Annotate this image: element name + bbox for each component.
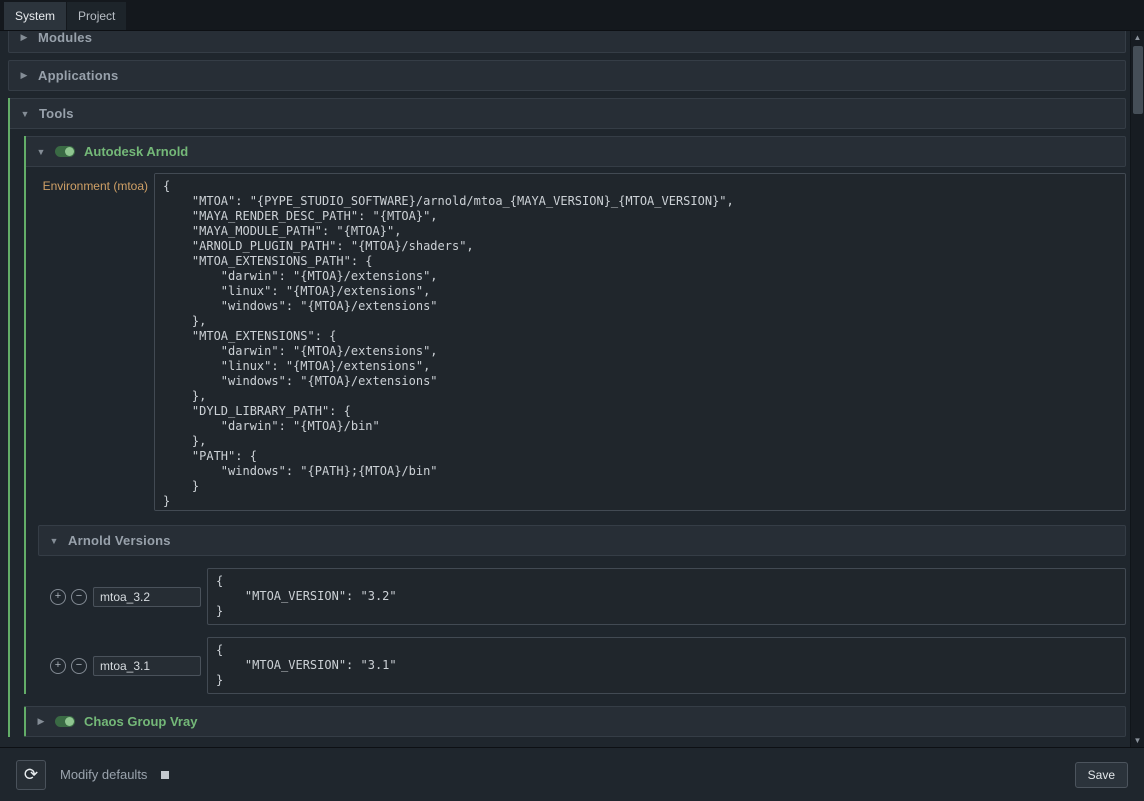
section-title: Modules <box>38 31 92 45</box>
scroll-up-icon[interactable]: ▲ <box>1131 31 1144 44</box>
arnold-versions-group: ▼ Arnold Versions + − { "MTOA_V <box>38 525 1126 694</box>
scrollbar-thumb[interactable] <box>1133 46 1143 114</box>
tab-system[interactable]: System <box>4 2 66 30</box>
scroll-down-icon[interactable]: ▼ <box>1131 734 1144 747</box>
tools-content: ▼ Autodesk Arnold Environment (mtoa) { "… <box>10 136 1126 737</box>
collapsed-arrow-icon: ▶ <box>19 32 29 43</box>
section-title: Applications <box>38 68 118 83</box>
add-version-button[interactable]: + <box>50 658 66 674</box>
environment-json-editor[interactable]: { "MTOA": "{PYPE_STUDIO_SOFTWARE}/arnold… <box>154 173 1126 511</box>
modify-defaults-checkbox[interactable] <box>161 771 169 779</box>
version-json-editor[interactable]: { "MTOA_VERSION": "3.1" } <box>207 637 1126 694</box>
footer-bar: ⟳ Modify defaults Save <box>0 747 1144 801</box>
expanded-arrow-icon: ▼ <box>20 109 30 119</box>
version-name-input[interactable] <box>93 587 201 607</box>
settings-main-panel: ▶ Modules ▶ Applications ▼ Tools ▼ <box>0 30 1144 747</box>
top-tab-bar: System Project <box>0 0 1144 30</box>
add-version-button[interactable]: + <box>50 589 66 605</box>
vray-enabled-toggle[interactable] <box>55 716 75 727</box>
section-title: Tools <box>39 106 74 121</box>
remove-version-button[interactable]: − <box>71 658 87 674</box>
version-json-editor[interactable]: { "MTOA_VERSION": "3.2" } <box>207 568 1126 625</box>
tab-project[interactable]: Project <box>67 2 126 30</box>
expanded-arrow-icon: ▼ <box>49 536 59 546</box>
section-header-arnold-versions[interactable]: ▼ Arnold Versions <box>38 525 1126 556</box>
section-header-applications[interactable]: ▶ Applications <box>8 60 1126 91</box>
collapsed-arrow-icon: ▶ <box>19 70 29 81</box>
settings-window: System Project ▶ Modules ▶ Applications … <box>0 0 1144 801</box>
expanded-arrow-icon: ▼ <box>36 147 46 157</box>
section-title: Arnold Versions <box>68 533 171 548</box>
section-header-chaos-group-vray[interactable]: ▶ Chaos Group Vray <box>24 706 1126 737</box>
environment-row: Environment (mtoa) { "MTOA": "{PYPE_STUD… <box>26 173 1126 511</box>
vertical-scrollbar[interactable]: ▲ ▼ <box>1130 31 1144 747</box>
section-header-autodesk-arnold[interactable]: ▼ Autodesk Arnold <box>26 136 1126 167</box>
row-buttons: + − <box>50 658 87 674</box>
version-row: + − { "MTOA_VERSION": "3.2" } <box>50 568 1126 625</box>
section-header-modules[interactable]: ▶ Modules <box>8 31 1126 53</box>
settings-scroll-content: ▶ Modules ▶ Applications ▼ Tools ▼ <box>0 31 1130 747</box>
environment-label: Environment (mtoa) <box>26 173 148 193</box>
refresh-button[interactable]: ⟳ <box>16 760 46 790</box>
arnold-enabled-toggle[interactable] <box>55 146 75 157</box>
row-buttons: + − <box>50 589 87 605</box>
version-name-input[interactable] <box>93 656 201 676</box>
section-header-tools[interactable]: ▼ Tools <box>10 98 1126 129</box>
tool-title: Autodesk Arnold <box>84 144 188 159</box>
collapsed-arrow-icon: ▶ <box>36 716 46 727</box>
tool-title: Chaos Group Vray <box>84 714 197 729</box>
arnold-tool-group: ▼ Autodesk Arnold Environment (mtoa) { "… <box>24 136 1126 694</box>
save-button[interactable]: Save <box>1075 762 1128 788</box>
modify-defaults-label: Modify defaults <box>60 767 147 782</box>
version-row: + − { "MTOA_VERSION": "3.1" } <box>50 637 1126 694</box>
remove-version-button[interactable]: − <box>71 589 87 605</box>
section-tools-group: ▼ Tools ▼ Autodesk Arnold Environment <box>8 98 1126 737</box>
